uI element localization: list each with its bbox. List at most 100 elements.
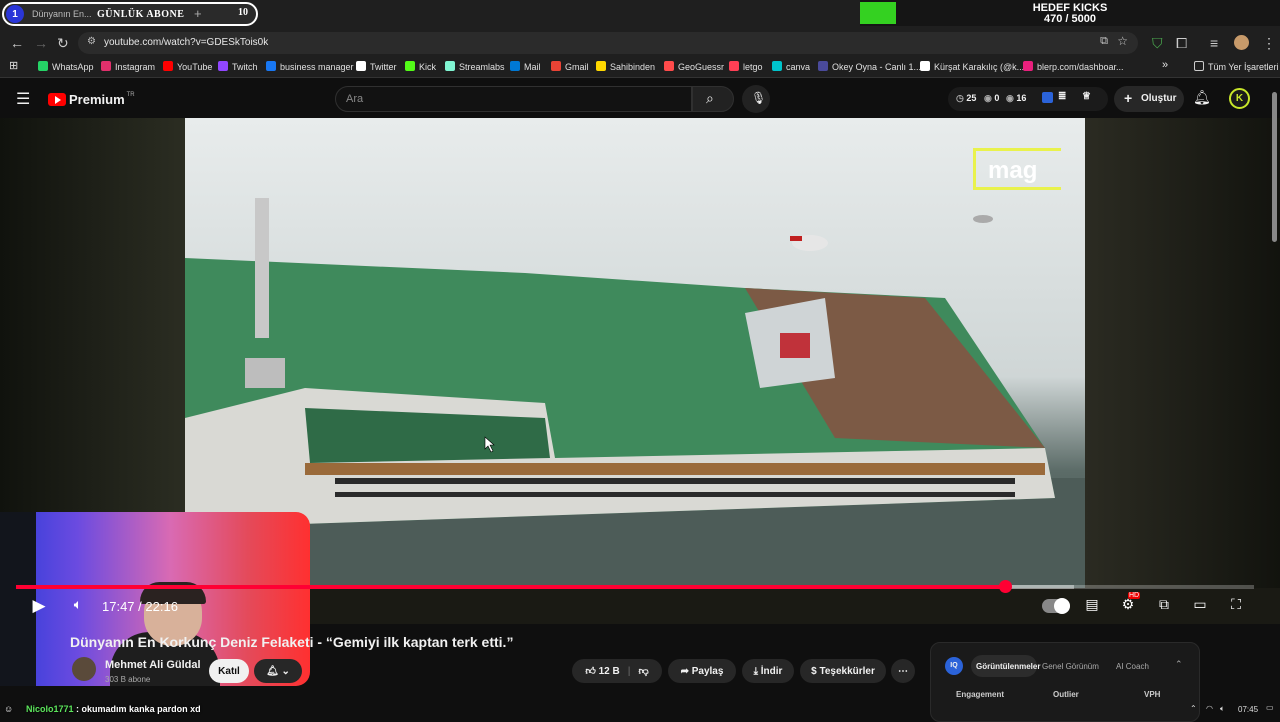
play-icon[interactable]: ▶: [27, 596, 51, 616]
bookmark-favicon-icon: [510, 61, 520, 71]
bookmark-favicon-icon: [218, 61, 228, 71]
bookmark-item[interactable]: Kürşat Karakılıç (@k...: [920, 61, 1024, 72]
share-button[interactable]: ➦ Paylaş: [668, 659, 736, 683]
clock: 07:45: [1238, 705, 1259, 714]
new-tab-icon[interactable]: +: [194, 6, 202, 21]
seek-bar[interactable]: [16, 580, 1254, 593]
volume-tray-icon[interactable]: 🔈︎: [1220, 704, 1225, 714]
notification-bell-button[interactable]: 🔔︎ ⌄: [254, 659, 302, 683]
page-scrollbar[interactable]: [1272, 92, 1277, 242]
tab-badge-left: 1: [6, 5, 24, 23]
collapse-icon[interactable]: ⌃: [1175, 659, 1183, 670]
iq-icon[interactable]: [1042, 92, 1053, 103]
notifications-bell-icon[interactable]: 🔔︎: [1193, 89, 1211, 106]
panel-tab-ai-coach[interactable]: AI Coach: [1116, 662, 1149, 671]
channel-avatar-small[interactable]: [72, 657, 96, 681]
subtitles-icon[interactable]: ▤: [1080, 596, 1104, 616]
miniplayer-icon[interactable]: ⧉: [1152, 596, 1176, 616]
video-frame[interactable]: mag: [185, 118, 1085, 588]
bookmark-favicon-icon: [772, 61, 782, 71]
download-button[interactable]: ⤓ İndir: [742, 659, 794, 683]
channel-name[interactable]: Mehmet Ali Güldal: [105, 659, 201, 671]
bookmark-item[interactable]: YouTube: [163, 61, 212, 72]
back-icon[interactable]: ←: [10, 35, 24, 51]
install-icon[interactable]: ⧉: [1100, 35, 1108, 48]
url-text[interactable]: youtube.com/watch?v=GDESkTois0k: [104, 37, 268, 48]
bookmark-item[interactable]: WhatsApp: [38, 61, 94, 72]
panel-tab-views[interactable]: Görüntülenmeler: [976, 662, 1040, 671]
reload-icon[interactable]: ↻: [57, 35, 69, 52]
premium-label: Premium: [69, 92, 125, 107]
bookmark-item[interactable]: business manager: [266, 61, 354, 72]
voice-search-button[interactable]: 🎙︎: [742, 85, 770, 113]
site-info-icon[interactable]: ⚙: [87, 36, 96, 47]
chat-emote-icon: ☺: [4, 704, 14, 714]
youtube-header: ☰ Premium TR Ara ⌕ 🎙︎ ◷ 25 ◉ 0 ◉ 16 ≣ ♕ …: [0, 80, 1280, 118]
browser-tab[interactable]: Dünyanın En...: [32, 9, 92, 19]
notification-center-icon[interactable]: ▭: [1266, 703, 1274, 712]
tab-badge-right: 10: [238, 7, 248, 18]
plus-icon: +: [1124, 90, 1133, 106]
chat-text: : okumadım kanka pardon xd: [76, 704, 201, 714]
bookmark-label: WhatsApp: [52, 62, 94, 72]
hamburger-menu-icon[interactable]: ☰: [16, 89, 30, 109]
volume-icon[interactable]: 🔈︎: [66, 596, 90, 616]
channel-avatar[interactable]: K: [1229, 88, 1250, 109]
like-button[interactable]: 👍︎ 12 B: [585, 665, 619, 677]
search-icon: ⌕: [706, 90, 714, 106]
video-player[interactable]: mag ▶ 🔈︎ 17:47 / 22:16 ▤ ⚙ HD ⧉ ▭ ⛶: [0, 118, 1280, 686]
list-icon[interactable]: ≣: [1058, 91, 1066, 102]
bookmark-item[interactable]: blerp.com/dashboar...: [1023, 61, 1124, 72]
create-button[interactable]: + Oluştur: [1114, 86, 1184, 112]
bookmark-item[interactable]: Twitch: [218, 61, 258, 72]
bookmark-item[interactable]: GeoGuessr: [664, 61, 724, 72]
settings-gear-icon[interactable]: ⚙ HD: [1116, 592, 1141, 616]
video-title: Dünyanın En Korkunç Deniz Felaketi - “Ge…: [70, 634, 514, 650]
bookmark-item[interactable]: Gmail: [551, 61, 589, 72]
create-label: Oluştur: [1141, 93, 1177, 104]
autoplay-toggle[interactable]: [1042, 598, 1070, 614]
more-actions-icon[interactable]: ⋯: [891, 659, 915, 683]
chat-username: Nicolo1771: [26, 704, 74, 714]
join-button[interactable]: Katıl: [209, 659, 249, 683]
bookmark-item[interactable]: canva: [772, 61, 810, 72]
fullscreen-icon[interactable]: ⛶: [1224, 596, 1248, 616]
bookmark-label: Twitch: [232, 62, 258, 72]
search-button[interactable]: ⌕: [692, 86, 734, 112]
bookmark-label: Twitter: [370, 62, 397, 72]
ship-scene: [185, 198, 1085, 588]
bookmark-item[interactable]: Okey Oyna - Canlı 1...: [818, 61, 921, 72]
panel-tab-overview[interactable]: Genel Görünüm: [1042, 662, 1099, 671]
theater-mode-icon[interactable]: ▭: [1188, 596, 1212, 616]
all-bookmarks-folder[interactable]: Tüm Yer İşaretleri: [1194, 61, 1279, 72]
tab-menu-icon[interactable]: ≡: [1210, 35, 1218, 51]
extension-shield-icon[interactable]: ⛉: [1152, 35, 1163, 52]
extensions-icon[interactable]: ⧠: [1176, 35, 1187, 52]
browser-menu-icon[interactable]: ⋮: [1262, 35, 1276, 52]
tray-arrow-icon[interactable]: ⌃: [1190, 704, 1197, 713]
forward-icon[interactable]: →: [34, 35, 48, 51]
extension-stats-bar[interactable]: ◷ 25 ◉ 0 ◉ 16 ≣ ♕: [948, 87, 1108, 111]
clock-icon: ◷: [956, 93, 967, 103]
stat-c: ◉ 16: [1006, 93, 1027, 103]
dislike-icon[interactable]: 👎︎: [639, 665, 649, 677]
bookmark-item[interactable]: Instagram: [101, 61, 155, 72]
address-bar[interactable]: ⚙ youtube.com/watch?v=GDESkTois0k ⧉ ☆: [78, 32, 1138, 54]
profile-avatar[interactable]: [1234, 35, 1249, 50]
bookmark-star-icon[interactable]: ☆: [1117, 34, 1128, 48]
bookmark-label: Kick: [419, 62, 437, 72]
bookmark-item[interactable]: Kick: [405, 61, 436, 72]
bookmark-item[interactable]: Mail: [510, 61, 541, 72]
apps-grid-icon[interactable]: ⊞: [9, 59, 18, 72]
bookmark-item[interactable]: Streamlabs: [445, 61, 505, 72]
search-input[interactable]: Ara: [335, 86, 692, 112]
bookmark-item[interactable]: letgo: [729, 61, 763, 72]
youtube-logo[interactable]: Premium TR: [48, 92, 135, 107]
thanks-button[interactable]: $ Teşekkürler: [800, 659, 886, 683]
like-count: 12 B: [598, 666, 620, 677]
trophy-icon[interactable]: ♕: [1082, 91, 1091, 102]
bookmark-item[interactable]: Twitter: [356, 61, 397, 72]
scrubber-handle[interactable]: [999, 580, 1013, 593]
more-bookmarks-icon[interactable]: »: [1162, 59, 1168, 71]
bookmark-item[interactable]: Sahibinden: [596, 61, 655, 72]
